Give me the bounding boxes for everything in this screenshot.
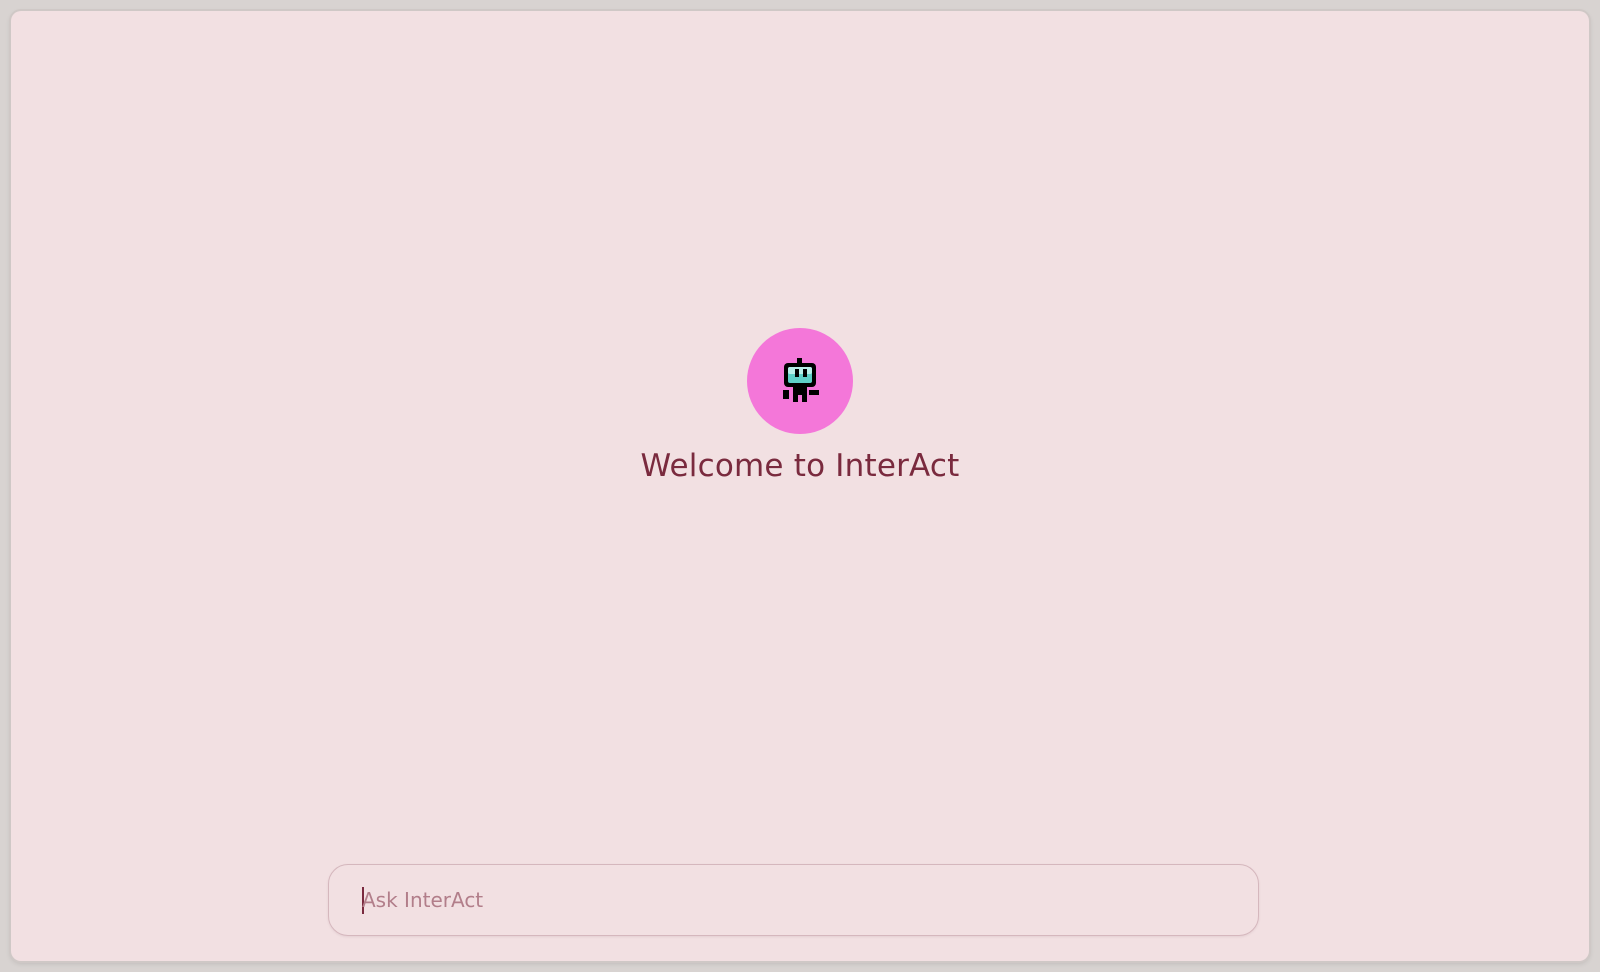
welcome-section: Welcome to InterAct xyxy=(11,328,1589,484)
chat-input-container[interactable] xyxy=(328,864,1259,936)
app-window: Welcome to InterAct xyxy=(11,11,1589,961)
chat-input[interactable] xyxy=(362,865,1222,935)
robot-icon xyxy=(783,358,819,402)
assistant-avatar xyxy=(747,328,853,434)
welcome-title: Welcome to InterAct xyxy=(640,448,960,484)
